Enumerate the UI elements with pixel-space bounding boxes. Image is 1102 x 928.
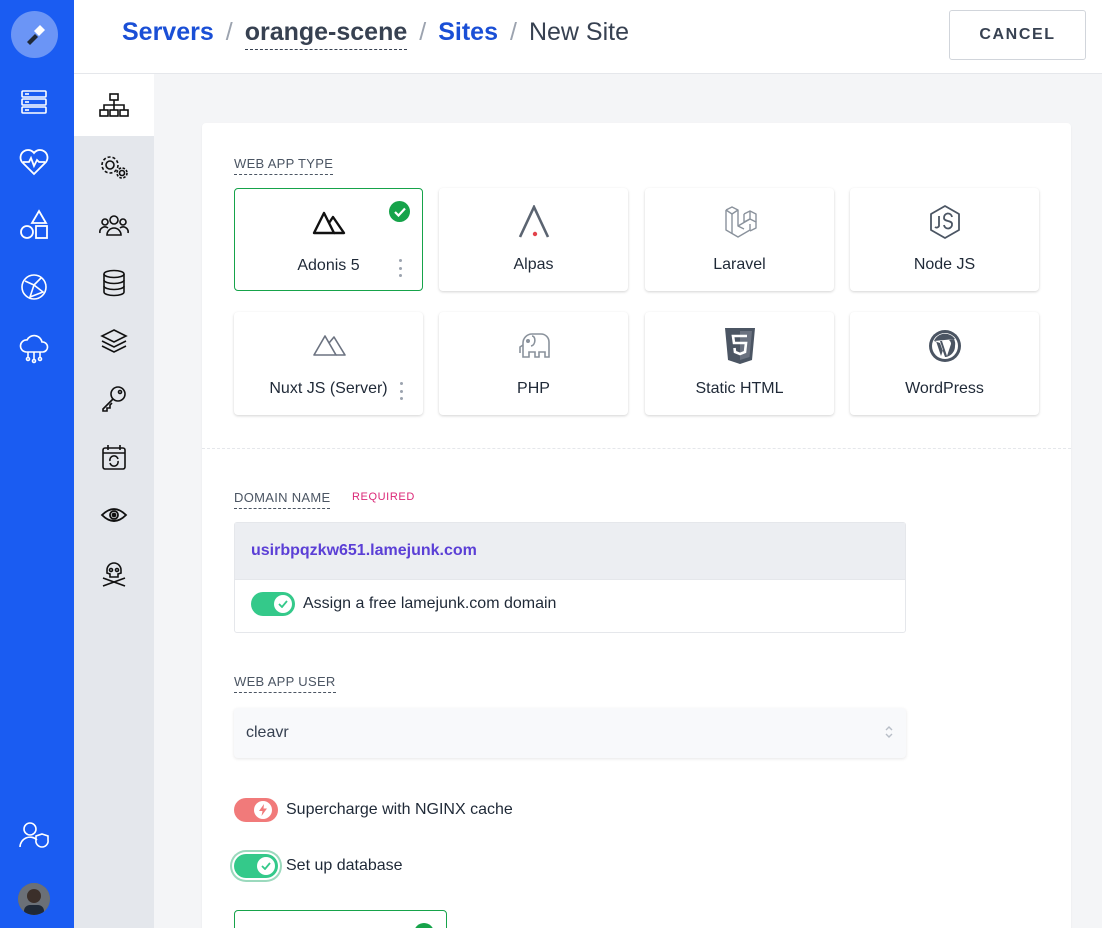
tile-menu-icon[interactable] — [399, 382, 403, 400]
tile-label: Node JS — [913, 256, 976, 273]
wordpress-icon — [850, 326, 1039, 366]
server-subnav — [74, 74, 154, 928]
selected-check-icon — [389, 201, 410, 222]
web-app-user-label: WEB APP USER — [234, 674, 336, 693]
cancel-button[interactable]: CANCEL — [949, 10, 1086, 60]
nginx-cache-toggle-label: Supercharge with NGINX cache — [286, 801, 513, 818]
database-toggle-row: Set up database — [234, 854, 403, 878]
tile-label: Adonis 5 — [297, 257, 360, 274]
app-type-tile-nuxt[interactable]: Nuxt JS (Server) — [234, 312, 423, 415]
app-type-tile-alpas[interactable]: Alpas — [439, 188, 628, 291]
php-elephant-icon — [439, 326, 628, 366]
shapes-icon[interactable] — [17, 208, 51, 242]
breadcrumb-separator: / — [419, 18, 427, 46]
eye-icon[interactable] — [74, 484, 154, 546]
tile-label: Static HTML — [695, 380, 784, 397]
tile-label: PHP — [517, 380, 550, 397]
database-toggle[interactable] — [234, 854, 278, 878]
section-divider — [202, 448, 1071, 449]
layers-icon[interactable] — [74, 310, 154, 372]
database-type-tile[interactable] — [234, 910, 447, 928]
new-site-form: WEB APP TYPE Adonis 5 Alpas Laravel Node… — [202, 123, 1071, 928]
web-app-user-select[interactable]: cleavr — [234, 708, 906, 758]
sitemap-icon[interactable] — [74, 74, 154, 136]
check-icon — [257, 857, 275, 875]
main-rail — [0, 0, 74, 928]
web-app-type-label: WEB APP TYPE — [234, 156, 334, 175]
key-icon[interactable] — [74, 368, 154, 430]
nodejs-icon — [850, 202, 1039, 242]
cloud-network-icon[interactable] — [17, 332, 51, 366]
skull-crossbones-icon[interactable] — [74, 542, 154, 604]
selected-check-icon — [414, 923, 434, 928]
domain-field-group: usirbpqzkw651.lamejunk.com Assign a free… — [234, 522, 906, 633]
domain-input[interactable]: usirbpqzkw651.lamejunk.com — [235, 523, 905, 580]
database-toggle-label: Set up database — [286, 857, 403, 874]
tile-label: Laravel — [713, 256, 766, 273]
nuxt-icon — [234, 326, 423, 366]
avatar[interactable] — [18, 883, 50, 915]
user-shield-icon[interactable] — [17, 818, 51, 852]
free-domain-toggle-row: Assign a free lamejunk.com domain — [251, 592, 556, 616]
check-icon — [274, 595, 292, 613]
app-type-tile-adonis[interactable]: Adonis 5 — [234, 188, 423, 291]
nginx-cache-toggle-row: Supercharge with NGINX cache — [234, 798, 513, 822]
hammer-logo-icon — [26, 24, 45, 45]
heartbeat-icon[interactable] — [17, 145, 51, 179]
page-title: New Site — [528, 18, 629, 46]
calendar-sync-icon[interactable] — [74, 426, 154, 488]
users-icon[interactable] — [74, 194, 154, 256]
gears-icon[interactable] — [74, 136, 154, 198]
html5-icon — [645, 326, 834, 366]
breadcrumb-separator: / — [225, 18, 233, 46]
tile-label: WordPress — [905, 380, 984, 397]
tile-label: Nuxt JS (Server) — [269, 380, 388, 397]
nginx-cache-toggle[interactable] — [234, 798, 278, 822]
breadcrumb-sites-link[interactable]: Sites — [438, 18, 498, 47]
app-type-tile-static-html[interactable]: Static HTML — [645, 312, 834, 415]
server-list-icon[interactable] — [17, 85, 51, 119]
breadcrumb-separator: / — [509, 18, 517, 46]
alpas-icon — [439, 202, 628, 242]
lightning-icon — [254, 801, 272, 819]
laravel-icon — [645, 202, 834, 242]
breadcrumb-servers-link[interactable]: Servers — [122, 18, 214, 47]
tile-menu-icon[interactable] — [398, 259, 402, 277]
required-badge: REQUIRED — [352, 491, 415, 503]
app-type-tile-wordpress[interactable]: WordPress — [850, 312, 1039, 415]
breadcrumb: Servers / orange-scene / Sites / New Sit… — [122, 18, 629, 50]
web-app-user-value: cleavr — [246, 724, 289, 741]
database-icon[interactable] — [74, 252, 154, 314]
free-domain-toggle-label: Assign a free lamejunk.com domain — [303, 595, 557, 612]
top-header: Servers / orange-scene / Sites / New Sit… — [74, 0, 1102, 74]
select-chevron-icon — [885, 726, 893, 738]
free-domain-toggle[interactable] — [251, 592, 295, 616]
globe-network-icon[interactable] — [17, 270, 51, 304]
domain-name-label: DOMAIN NAME — [234, 490, 331, 509]
app-logo[interactable] — [11, 11, 58, 58]
app-type-tile-php[interactable]: PHP — [439, 312, 628, 415]
app-type-tile-laravel[interactable]: Laravel — [645, 188, 834, 291]
breadcrumb-server-name[interactable]: orange-scene — [244, 18, 408, 50]
tile-label: Alpas — [513, 256, 554, 273]
app-type-tile-nodejs[interactable]: Node JS — [850, 188, 1039, 291]
